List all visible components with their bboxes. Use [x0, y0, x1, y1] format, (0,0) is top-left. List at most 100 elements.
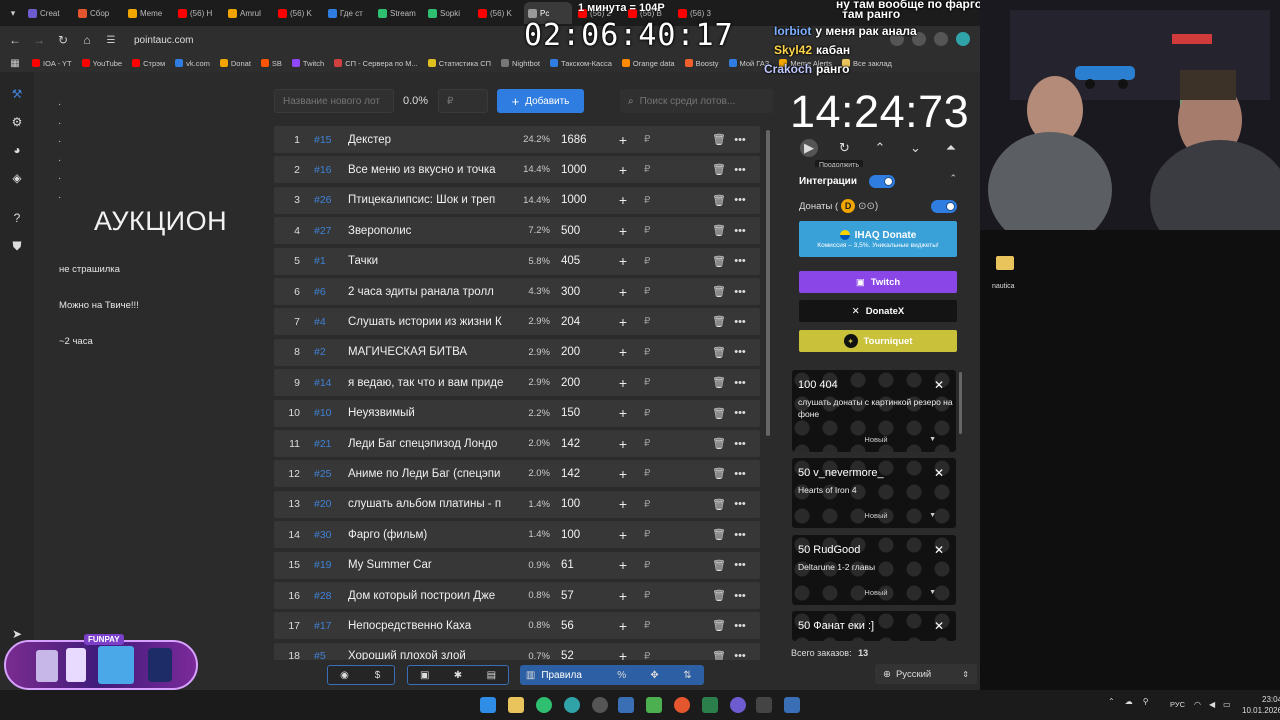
trash-icon[interactable]: 🗑: [656, 133, 726, 146]
trash-icon[interactable]: 🗑: [656, 315, 726, 328]
lot-id[interactable]: #26: [300, 194, 348, 206]
lot-name[interactable]: Слушать истории из жизни К: [348, 316, 506, 328]
lot-amount[interactable]: 150: [550, 407, 602, 419]
add-amount-icon[interactable]: +: [602, 588, 644, 604]
browser-tab[interactable]: Stream: [374, 2, 422, 24]
volume-icon[interactable]: ◀: [1209, 700, 1215, 709]
keyboard-language[interactable]: РУС: [1170, 700, 1185, 709]
lot-id[interactable]: #19: [300, 559, 348, 571]
lot-amount[interactable]: 200: [550, 377, 602, 389]
lot-amount[interactable]: 204: [550, 316, 602, 328]
lot-id[interactable]: #5: [300, 650, 348, 660]
add-amount-icon[interactable]: +: [602, 557, 644, 573]
home-icon[interactable]: ⌂: [80, 33, 94, 47]
add-amount-icon[interactable]: +: [602, 618, 644, 634]
lot-id[interactable]: #6: [300, 286, 348, 298]
language-select[interactable]: ⊕ Русский ⇕: [875, 664, 977, 684]
lot-id[interactable]: #10: [300, 407, 348, 419]
trash-icon[interactable]: 🗑: [656, 528, 726, 541]
add-lot-button[interactable]: + Добавить: [497, 89, 584, 113]
browser-icon[interactable]: [674, 697, 690, 713]
trash-icon[interactable]: 🗑: [656, 224, 726, 237]
lot-amount[interactable]: 61: [550, 559, 602, 571]
lot-name[interactable]: Хороший плохой злой: [348, 650, 506, 660]
add-amount-icon[interactable]: +: [602, 223, 644, 239]
lot-id[interactable]: #17: [300, 620, 348, 632]
move-icon[interactable]: ✥: [638, 666, 671, 684]
more-icon[interactable]: •••: [726, 438, 754, 450]
url-field[interactable]: pointauc.com: [134, 35, 193, 46]
browser-tab[interactable]: Где ст: [324, 2, 372, 24]
wifi-icon[interactable]: ◠: [1194, 700, 1201, 709]
lot-name[interactable]: Фарго (фильм): [348, 529, 506, 541]
trash-icon[interactable]: 🗑: [656, 498, 726, 511]
trash-icon[interactable]: 🗑: [656, 467, 726, 480]
add-amount-icon[interactable]: +: [602, 132, 644, 148]
add-amount-icon[interactable]: +: [602, 314, 644, 330]
add-amount-icon[interactable]: +: [602, 375, 644, 391]
telegram-app-icon[interactable]: [564, 697, 580, 713]
lot-name[interactable]: Все меню из вкусно и точка: [348, 164, 506, 176]
bookmark-item[interactable]: vk.com: [175, 59, 210, 68]
donations-toggle[interactable]: [931, 200, 957, 213]
cloud-icon[interactable]: ☁: [1125, 697, 1133, 706]
add-amount-icon[interactable]: +: [602, 436, 644, 452]
close-icon[interactable]: ✕: [932, 543, 946, 557]
trash-icon[interactable]: 🗑: [656, 255, 726, 268]
add-amount-icon[interactable]: +: [602, 162, 644, 178]
gear-icon[interactable]: ⚙: [9, 114, 25, 130]
trash-icon[interactable]: 🗑: [656, 376, 726, 389]
discord-icon[interactable]: [730, 697, 746, 713]
donation-status[interactable]: Новый: [846, 435, 906, 444]
more-icon[interactable]: •••: [726, 225, 754, 237]
more-icon[interactable]: •••: [726, 316, 754, 328]
lot-search-input[interactable]: [639, 95, 760, 107]
folder-icon[interactable]: [996, 256, 1014, 270]
hammer-icon[interactable]: ⚒: [9, 86, 25, 102]
github-icon[interactable]: ◉: [328, 666, 361, 684]
reload-icon[interactable]: ↻: [56, 33, 70, 47]
reset-icon[interactable]: ↻: [836, 139, 854, 157]
lot-name[interactable]: Декстер: [348, 134, 506, 146]
lot-name[interactable]: 2 часа эдиты ранала тролл: [348, 286, 506, 298]
more-icon[interactable]: •••: [726, 194, 754, 206]
trash-icon[interactable]: 🗑: [656, 407, 726, 420]
lot-id[interactable]: #1: [300, 255, 348, 267]
lot-name[interactable]: Непосредственно Каха: [348, 620, 506, 632]
more-icon[interactable]: •••: [726, 164, 754, 176]
chevron-down-icon[interactable]: ⌄: [907, 139, 925, 157]
apps-grid-icon[interactable]: ▦: [8, 58, 22, 69]
more-icon[interactable]: •••: [726, 134, 754, 146]
lot-amount[interactable]: 1000: [550, 194, 602, 206]
close-icon[interactable]: ✕: [932, 619, 946, 633]
more-icon[interactable]: •••: [726, 468, 754, 480]
bookmark-item[interactable]: Стрэм: [132, 59, 165, 68]
lot-amount[interactable]: 56: [550, 620, 602, 632]
percent-toggle[interactable]: %: [605, 666, 638, 684]
more-icon[interactable]: •••: [726, 650, 754, 660]
chrome-icon[interactable]: [536, 697, 552, 713]
excel-icon[interactable]: [702, 697, 718, 713]
add-amount-icon[interactable]: +: [602, 405, 644, 421]
forward-icon[interactable]: →: [32, 33, 46, 47]
add-amount-icon[interactable]: +: [602, 466, 644, 482]
steam-icon[interactable]: [618, 697, 634, 713]
bookmark-item[interactable]: Nightbot: [501, 59, 540, 68]
new-lot-name-input[interactable]: [274, 89, 394, 113]
caret-down-icon[interactable]: ▼: [929, 589, 936, 596]
add-amount-icon[interactable]: +: [602, 192, 644, 208]
lot-amount[interactable]: 500: [550, 225, 602, 237]
lot-id[interactable]: #14: [300, 377, 348, 389]
windows-start-icon[interactable]: [480, 697, 496, 713]
lot-id[interactable]: #30: [300, 529, 348, 541]
lot-name[interactable]: Зверополис: [348, 225, 506, 237]
double-chevron-up-icon[interactable]: ⏶: [942, 139, 960, 157]
lot-amount[interactable]: 142: [550, 468, 602, 480]
browser-tab[interactable]: Sopki: [424, 2, 472, 24]
lot-id[interactable]: #27: [300, 225, 348, 237]
more-icon[interactable]: •••: [726, 620, 754, 632]
more-icon[interactable]: •••: [726, 529, 754, 541]
lot-name[interactable]: Тачки: [348, 255, 506, 267]
more-icon[interactable]: •••: [726, 590, 754, 602]
more-icon[interactable]: •••: [726, 346, 754, 358]
